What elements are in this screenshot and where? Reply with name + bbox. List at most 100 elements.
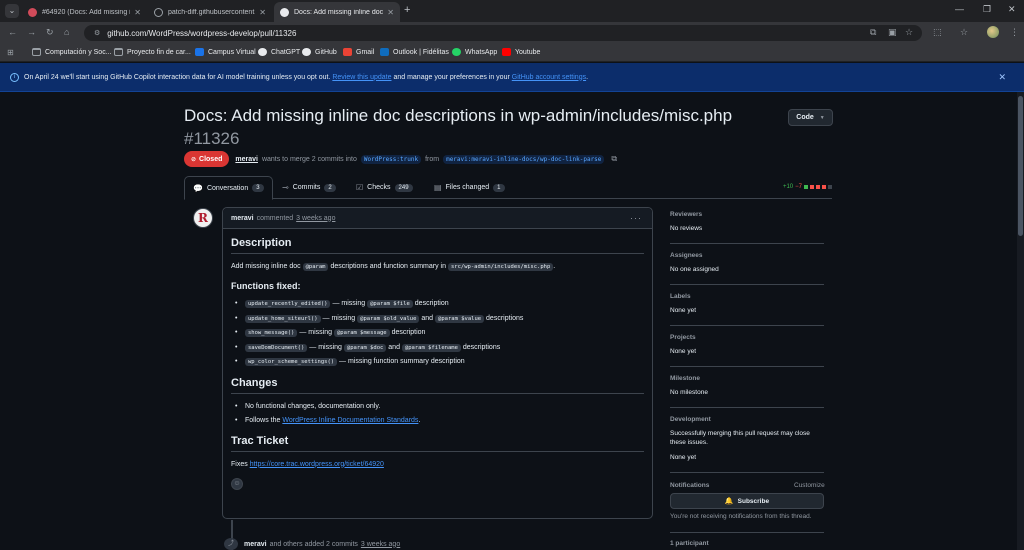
avatar[interactable]: R <box>193 208 213 228</box>
translate-icon[interactable]: ⧉ <box>870 27 876 38</box>
list-item: update_home_siteurl() — missing @param $… <box>231 314 644 324</box>
bookmark-whatsapp[interactable]: WhatsApp <box>452 48 497 56</box>
home-icon[interactable]: ⌂ <box>64 27 69 37</box>
checklist-icon: ☑ <box>356 183 364 192</box>
trac-text: Fixes https://core.trac.wordpress.org/ti… <box>231 460 384 468</box>
maximize-icon[interactable]: ❐ <box>983 4 991 15</box>
scrollbar-thumb[interactable] <box>1018 96 1023 236</box>
bookmark-github[interactable]: GitHub <box>302 48 337 56</box>
pr-closed-icon: ⊘ <box>191 156 197 163</box>
browser-tab-1[interactable]: #64920 (Docs: Add missing inli ✕ <box>22 2 147 22</box>
gmail-icon <box>343 48 352 56</box>
heading-trac-ticket: Trac Ticket <box>231 435 644 452</box>
author-link[interactable]: meravi <box>235 156 258 163</box>
list-item: update_recently_edited() — missing @para… <box>231 299 644 309</box>
tab-commits[interactable]: ⊸ Commits 2 <box>282 176 336 199</box>
browser-tab-bar: ⌄ #64920 (Docs: Add missing inli ✕ patch… <box>0 0 1024 22</box>
page-title: Docs: Add missing inline doc description… <box>184 104 774 150</box>
github-icon <box>302 48 311 56</box>
pr-title: Docs: Add missing inline doc description… <box>184 106 733 125</box>
sidebar-milestone[interactable]: Milestone No milestone <box>670 375 824 397</box>
sidebar-development[interactable]: Development Successfully merging this pu… <box>670 416 824 462</box>
youtube-icon <box>502 48 511 56</box>
comment-timestamp[interactable]: 3 weeks ago <box>296 215 335 222</box>
description-text: Add missing inline doc @param descriptio… <box>231 263 556 271</box>
bookmark-proyecto[interactable]: Proyecto fin de car... <box>114 48 191 56</box>
add-reaction-icon[interactable]: ☺ <box>231 477 243 490</box>
whatsapp-icon <box>452 48 461 56</box>
bookmark-gmail[interactable]: Gmail <box>343 48 374 56</box>
campus-icon <box>195 48 204 56</box>
minimize-icon[interactable]: — <box>955 4 964 14</box>
back-icon[interactable]: ← <box>8 27 17 37</box>
changes-list: No functional changes, documentation onl… <box>231 402 644 425</box>
account-settings-link[interactable]: GitHub account settings <box>512 74 586 81</box>
extensions-icon[interactable]: ⬚ <box>933 27 942 38</box>
forward-icon[interactable]: → <box>27 27 36 37</box>
chatgpt-icon <box>258 48 267 56</box>
sidebar-labels[interactable]: Labels None yet <box>670 293 824 315</box>
bookmark-campus-virtual[interactable]: Campus Virtual <box>195 48 256 56</box>
tab-checks[interactable]: ☑ Checks 249 <box>356 176 413 199</box>
review-update-link[interactable]: Review this update <box>332 74 391 81</box>
bookmarks-icon[interactable]: ☆ <box>960 27 968 38</box>
browser-tab-3-active[interactable]: Docs: Add missing inline doc de ✕ <box>274 2 400 22</box>
code-button[interactable]: Code ▼ <box>788 109 833 126</box>
bookmark-outlook[interactable]: Outlook | Fidélitas <box>380 48 449 56</box>
customize-link[interactable]: Customize <box>794 482 825 489</box>
site-info-icon[interactable]: ⚙ <box>94 29 100 37</box>
kebab-menu-icon[interactable]: ··· <box>630 213 642 223</box>
bookmark-chatgpt[interactable]: ChatGPT <box>258 48 300 56</box>
close-tab-icon[interactable]: ✕ <box>387 8 394 17</box>
sidebar-assignees[interactable]: Assignees No one assigned <box>670 252 824 274</box>
folder-icon <box>114 48 123 56</box>
heading-changes: Changes <box>231 377 644 394</box>
head-branch[interactable]: meravi:meravi-inline-docs/wp-doc-link-pa… <box>443 154 605 164</box>
install-app-icon[interactable]: ▣ <box>888 27 897 38</box>
sidebar-participants: 1 participant <box>670 540 709 547</box>
outlook-icon <box>380 48 389 56</box>
sidebar-projects[interactable]: Projects None yet <box>670 334 824 356</box>
pr-tabs: 💬 Conversation 3 ⊸ Commits 2 ☑ Checks 249 ▤ Fil… <box>184 176 832 200</box>
caret-down-icon: ▼ <box>819 114 825 121</box>
browser-tab-2[interactable]: patch-diff.githubusercontent.co ✕ <box>148 2 272 22</box>
apps-grid-icon[interactable]: ⊞ <box>7 48 14 57</box>
wp-docs-standards-link[interactable]: WordPress Inline Documentation Standards <box>282 417 418 424</box>
copy-icon[interactable]: ⧉ <box>611 154 617 164</box>
git-commit-icon: ⊸ <box>282 183 289 192</box>
bookmarks-bar: ⊞ Computación y Soc... Proyecto fin de c… <box>0 44 1024 62</box>
window-close-icon[interactable]: ✕ <box>1008 4 1016 15</box>
comment-header: meravi commented 3 weeks ago ··· <box>223 208 652 229</box>
pr-description-comment: meravi commented 3 weeks ago ··· Descrip… <box>222 207 653 519</box>
github-favicon-icon <box>280 7 289 17</box>
repo-push-icon: ⤴ <box>224 538 238 550</box>
trac-ticket-link[interactable]: https://core.trac.wordpress.org/ticket/6… <box>250 461 384 468</box>
close-tab-icon[interactable]: ✕ <box>259 8 266 17</box>
bookmark-star-icon[interactable]: ☆ <box>905 27 913 38</box>
globe-favicon-icon <box>154 7 163 17</box>
list-item: show_message() — missing @param $message… <box>231 328 644 338</box>
tab-conversation[interactable]: 💬 Conversation 3 <box>184 176 273 200</box>
functions-list: update_recently_edited() — missing @para… <box>231 299 644 367</box>
banner-close-icon[interactable]: ✕ <box>998 72 1006 83</box>
menu-icon[interactable]: ⋮ <box>1010 27 1019 38</box>
base-branch[interactable]: WordPress:trunk <box>360 154 422 164</box>
bookmark-youtube[interactable]: Youtube <box>502 48 540 56</box>
bell-icon: 🔔 <box>724 498 734 505</box>
subscribe-button[interactable]: 🔔 Subscribe <box>670 493 824 509</box>
address-bar[interactable]: ⚙ github.com/WordPress/wordpress-develop… <box>84 25 922 41</box>
list-item: wp_color_scheme_settings() — missing fun… <box>231 357 644 367</box>
sidebar-reviewers[interactable]: Reviewers No reviews <box>670 211 824 233</box>
bookmark-computacion[interactable]: Computación y Soc... <box>32 48 112 56</box>
list-item: Follows the WordPress Inline Documentati… <box>231 416 644 425</box>
new-tab-icon[interactable]: + <box>404 4 410 16</box>
tab-files-changed[interactable]: ▤ Files changed 1 <box>434 176 505 199</box>
heading-functions-fixed: Functions fixed: <box>231 281 301 291</box>
heading-description: Description <box>231 237 644 254</box>
profile-avatar[interactable] <box>987 26 999 38</box>
close-tab-icon[interactable]: ✕ <box>134 8 141 17</box>
reload-icon[interactable]: ↻ <box>46 27 54 38</box>
copilot-notice-banner: i On April 24 we'll start using GitHub C… <box>0 63 1024 92</box>
tab-search-icon[interactable]: ⌄ <box>5 4 19 18</box>
comment-author[interactable]: meravi <box>231 215 254 222</box>
